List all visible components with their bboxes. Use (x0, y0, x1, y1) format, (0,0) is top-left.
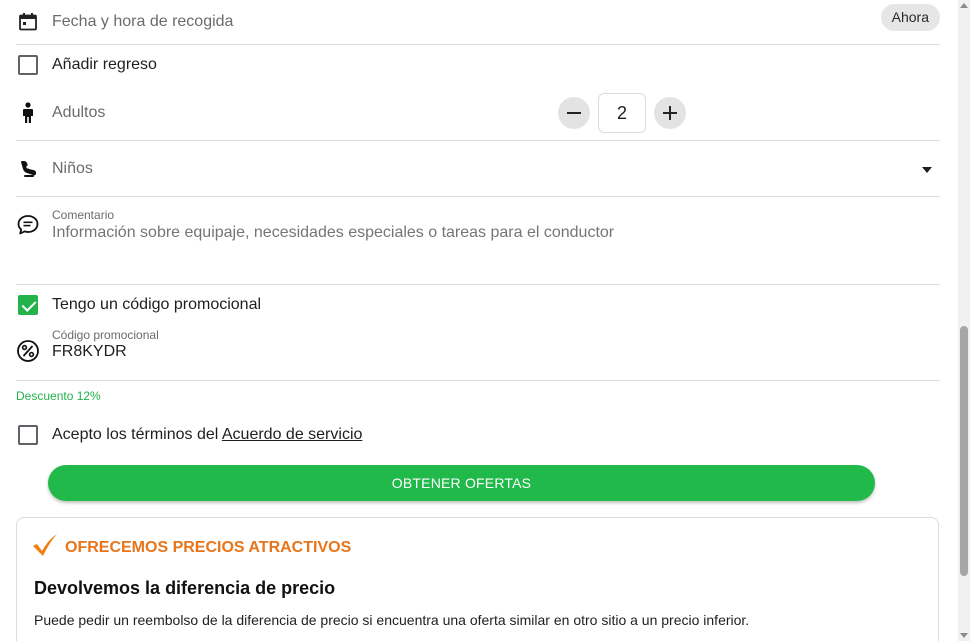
scrollbar-thumb[interactable] (960, 326, 968, 576)
pickup-datetime-row[interactable]: Fecha y hora de recogida Ahora (16, 0, 940, 45)
card-heading: Devolvemos la diferencia de precio (34, 578, 336, 598)
add-return-label: Añadir regreso (52, 56, 157, 73)
add-return-checkbox[interactable] (18, 55, 38, 75)
terms-prefix: Acepto los términos del (52, 426, 222, 443)
promo-code-checkbox[interactable] (18, 295, 38, 315)
terms-row[interactable]: Acepto los términos del Acuerdo de servi… (16, 415, 940, 455)
scroll-up-arrow-icon[interactable] (960, 3, 968, 8)
service-agreement-link[interactable]: Acuerdo de servicio (222, 426, 363, 443)
promo-code-caption: Código promocional (52, 328, 159, 342)
chevron-down-icon[interactable] (922, 167, 932, 173)
discount-note: Descuento 12% (16, 389, 101, 403)
card-text: Puede pedir un reembolso de la diferenci… (34, 612, 750, 628)
now-button[interactable]: Ahora (880, 4, 940, 31)
child-seat-icon (16, 157, 40, 181)
pickup-datetime-label: Fecha y hora de recogida (52, 13, 234, 30)
adults-label: Adultos (52, 103, 106, 121)
adults-row: Adultos 2 (16, 85, 940, 141)
calendar-icon (16, 10, 40, 34)
children-row[interactable]: Niños (16, 141, 940, 197)
promo-code-row[interactable]: Código promocional FR8KYDR (16, 325, 940, 381)
adults-decrement-button[interactable] (558, 97, 590, 129)
chat-bubble-icon (16, 213, 40, 237)
children-label: Niños (52, 159, 93, 177)
comment-input[interactable]: Información sobre equipaje, necesidades … (52, 224, 614, 242)
promo-code-field[interactable]: Código promocional FR8KYDR (52, 328, 159, 361)
adults-stepper: 2 (558, 93, 686, 133)
card-title: OFRECEMOS PRECIOS ATRACTIVOS (65, 538, 352, 556)
transfer-form: Fecha y hora de recogida Ahora Añadir re… (16, 0, 940, 455)
promo-toggle-row[interactable]: Tengo un código promocional (16, 285, 940, 325)
person-icon (16, 101, 40, 125)
add-return-row[interactable]: Añadir regreso (16, 45, 940, 85)
checkmark-icon (31, 532, 59, 563)
plus-icon (663, 106, 677, 120)
comment-field[interactable]: Comentario Información sobre equipaje, n… (52, 208, 614, 242)
get-offers-button[interactable]: OBTENER OFERTAS (48, 465, 875, 501)
percent-icon (16, 339, 40, 363)
minus-icon (567, 112, 581, 114)
adults-increment-button[interactable] (654, 97, 686, 129)
comment-row[interactable]: Comentario Información sobre equipaje, n… (16, 197, 940, 285)
terms-label: Acepto los términos del Acuerdo de servi… (52, 426, 362, 444)
vertical-scrollbar[interactable] (958, 0, 970, 641)
price-guarantee-card: OFRECEMOS PRECIOS ATRACTIVOS Devolvemos … (16, 517, 939, 641)
promo-code-input[interactable]: FR8KYDR (52, 343, 159, 361)
promo-toggle-label: Tengo un código promocional (52, 296, 262, 313)
comment-caption: Comentario (52, 208, 115, 222)
scroll-down-arrow-icon[interactable] (960, 633, 968, 638)
adults-count-field[interactable]: 2 (598, 93, 646, 133)
terms-checkbox[interactable] (18, 425, 38, 445)
card-header: OFRECEMOS PRECIOS ATRACTIVOS (31, 532, 351, 563)
